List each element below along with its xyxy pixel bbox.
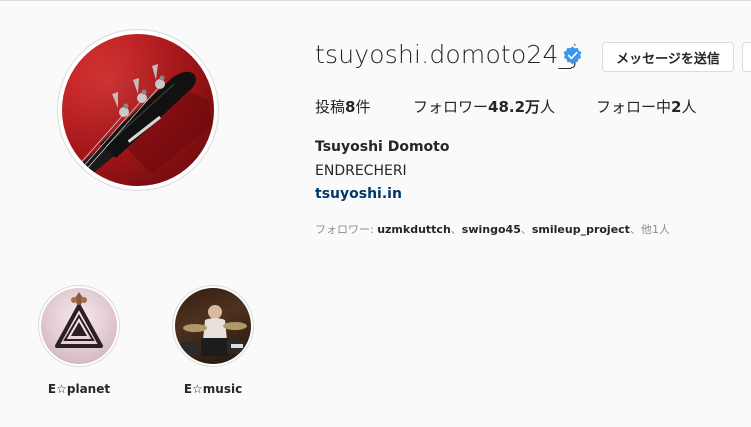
followers-label: フォロワー [413,98,489,116]
verified-badge-icon [563,46,582,65]
eplanet-logo-icon [55,292,103,348]
separator: 、 [520,223,532,236]
followed-by-prefix: フォロワー: [315,223,378,236]
highlight-emusic[interactable] [175,288,251,364]
posts-value: 8 [345,98,356,116]
follow-dropdown-button[interactable] [742,42,751,72]
followers-suffix: 人 [540,98,556,116]
posts-suffix: 件 [355,98,371,116]
drummer-photo [175,288,251,364]
followed-by-suffix: 、他1人 [629,223,670,236]
posts-label: 投稿 [315,98,346,116]
profile-link[interactable]: tsuyoshi.in [315,186,402,202]
guitar-headstock-image [62,34,214,186]
following-value: 2 [671,98,682,116]
following-count[interactable]: フォロー中2人 [596,96,696,117]
username: tsuyoshi.domoto24_j [315,40,579,69]
highlight-eplanet[interactable] [41,288,117,364]
follower-name[interactable]: smileup_project [532,223,630,236]
separator: 、 [450,223,462,236]
follower-name[interactable]: swingo45 [462,223,521,236]
followers-value: 48.2万 [488,98,541,116]
bio-text: ENDRECHERI [315,163,407,179]
top-divider [0,0,751,1]
followers-count[interactable]: フォロワー48.2万人 [413,96,555,117]
full-name: Tsuyoshi Domoto [315,139,450,155]
following-label: フォロー中 [596,98,672,116]
posts-count: 投稿8件 [315,96,370,117]
following-suffix: 人 [681,98,697,116]
profile-avatar[interactable] [62,34,214,186]
message-button[interactable]: メッセージを送信 [602,42,734,72]
highlight-label[interactable]: E☆planet [29,382,129,396]
followed-by[interactable]: フォロワー: uzmkduttch、swingo45、smileup_proje… [315,221,670,237]
follower-name[interactable]: uzmkduttch [377,223,451,236]
highlight-label[interactable]: E☆music [163,382,263,396]
